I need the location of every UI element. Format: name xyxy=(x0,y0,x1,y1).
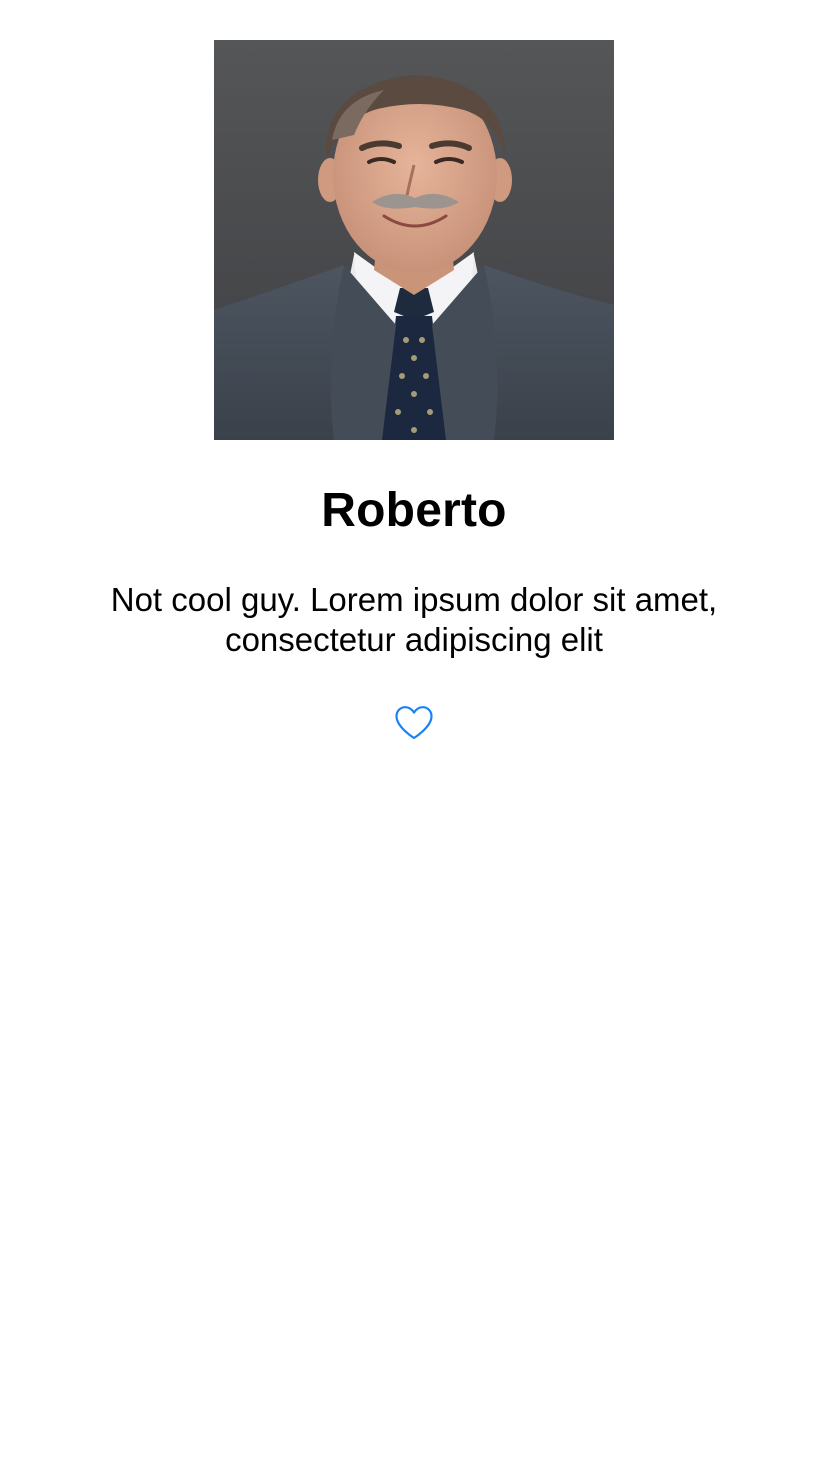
profile-screen: Roberto Not cool guy. Lorem ipsum dolor … xyxy=(0,0,828,1472)
heart-outline-icon xyxy=(395,706,433,740)
profile-photo xyxy=(214,40,614,440)
profile-bio: Not cool guy. Lorem ipsum dolor sit amet… xyxy=(110,581,718,658)
favorite-button[interactable] xyxy=(388,698,440,748)
profile-name: Roberto xyxy=(321,484,507,537)
